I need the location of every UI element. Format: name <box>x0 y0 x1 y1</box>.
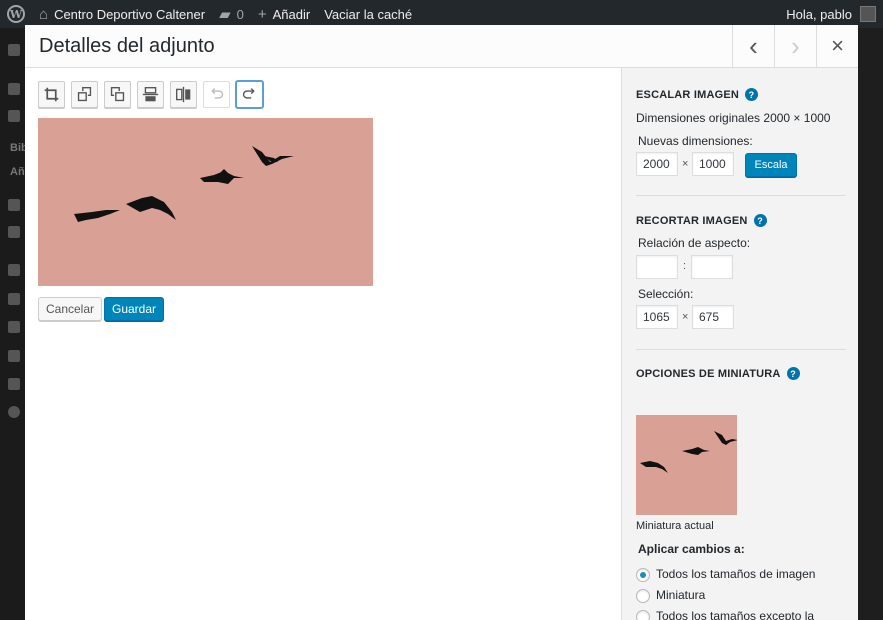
wordpress-icon: W <box>7 5 25 23</box>
radio-all-sizes[interactable]: Todos los tamaños de imagen <box>636 567 836 582</box>
media-icon[interactable] <box>8 110 20 122</box>
apply-changes-label: Aplicar cambios a: <box>638 542 745 556</box>
scale-width-input[interactable]: 2000 <box>636 152 678 176</box>
radio-button[interactable] <box>636 568 650 582</box>
aspect-ratio-label: Relación de aspecto: <box>638 236 751 250</box>
aspect-width-input[interactable] <box>636 255 678 279</box>
scale-separator: × <box>682 158 689 170</box>
add-new-label: Añadir <box>272 6 311 22</box>
flip-horizontal-icon <box>176 86 191 103</box>
undo-button[interactable] <box>203 81 230 108</box>
thumbnail-title-text: OPCIONES DE MINIATURA <box>636 367 781 380</box>
users-icon[interactable] <box>8 321 20 333</box>
modal-title: Detalles del adjunto <box>39 35 215 57</box>
admin-side-menu: Bib Añ <box>0 28 28 620</box>
clear-cache-link[interactable]: Vaciar la caché <box>317 0 419 28</box>
attachment-image[interactable] <box>38 118 373 286</box>
thumbnail-section-title: OPCIONES DE MINIATURA ? <box>636 367 800 380</box>
sidebar-item-add[interactable]: Añ <box>10 166 25 178</box>
undo-icon <box>211 88 224 99</box>
radio-thumbnail[interactable]: Miniatura <box>636 588 836 603</box>
chevron-left-icon: ‹ <box>749 31 758 61</box>
divider <box>636 349 846 350</box>
radio-all-except-thumbnail[interactable]: Todos los tamaños excepto la miniatura <box>636 609 836 620</box>
comment-icon: ▰ <box>219 6 231 23</box>
help-icon[interactable]: ? <box>786 367 800 380</box>
birds-image <box>38 118 373 286</box>
tools-icon[interactable] <box>8 350 20 362</box>
chevron-right-icon: › <box>791 31 800 61</box>
crop-title-text: RECORTAR IMAGEN <box>636 214 748 227</box>
scale-section-title: ESCALAR IMAGEN ? <box>636 88 759 101</box>
rotate-left-button[interactable] <box>71 81 98 108</box>
flip-vertical-icon <box>142 87 159 102</box>
next-button[interactable]: › <box>774 25 816 67</box>
home-icon: ⌂ <box>39 5 49 23</box>
crop-icon <box>44 87 59 102</box>
radio-button[interactable] <box>636 589 650 603</box>
site-name: Centro Deportivo Caltener <box>54 6 206 22</box>
clear-cache-label: Vaciar la caché <box>324 6 413 22</box>
flip-horizontal-button[interactable] <box>170 81 197 108</box>
crop-button[interactable] <box>38 81 65 108</box>
thumbnail-birds-image <box>636 415 737 515</box>
modal-header: Detalles del adjunto ‹ › × <box>25 25 858 68</box>
rotate-right-icon <box>110 87 125 102</box>
comments-count: 0 <box>236 6 244 22</box>
save-button[interactable]: Guardar <box>104 297 164 321</box>
site-name-link[interactable]: ⌂ Centro Deportivo Caltener <box>32 0 212 28</box>
editor-toolbar <box>38 81 269 108</box>
wordpress-logo-button[interactable]: W <box>0 0 32 28</box>
current-thumbnail <box>636 415 737 515</box>
image-editor: Cancelar Guardar <box>25 68 621 620</box>
scale-height-input[interactable]: 1000 <box>692 152 734 176</box>
selection-height-input[interactable]: 675 <box>692 305 734 329</box>
plus-icon: + <box>257 5 267 23</box>
original-dimensions: Dimensiones originales 2000 × 1000 <box>636 111 831 125</box>
plugins-icon[interactable] <box>8 293 20 305</box>
aspect-separator: : <box>683 260 687 272</box>
selection-separator: × <box>682 311 689 323</box>
selection-label: Selección: <box>638 287 694 301</box>
dashboard-icon[interactable] <box>8 44 20 56</box>
attachment-details-modal: Detalles del adjunto ‹ › × Cancelar Guar… <box>25 25 858 620</box>
comments-icon[interactable] <box>8 226 20 238</box>
rotate-right-button[interactable] <box>104 81 131 108</box>
radio-label: Miniatura <box>656 588 706 602</box>
settings-icon[interactable] <box>8 378 20 390</box>
comments-link[interactable]: ▰ 0 <box>212 0 251 28</box>
scale-title-text: ESCALAR IMAGEN <box>636 88 740 101</box>
previous-button[interactable]: ‹ <box>732 25 774 67</box>
close-icon: × <box>831 33 844 58</box>
collapse-icon[interactable] <box>8 406 20 418</box>
admin-bar: W ⌂ Centro Deportivo Caltener ▰ 0 + Añad… <box>0 0 883 28</box>
help-icon[interactable]: ? <box>745 88 759 101</box>
greeting: Hola, pablo <box>786 6 852 22</box>
divider <box>636 195 846 196</box>
radio-label: Todos los tamaños de imagen <box>656 567 816 581</box>
user-account-link[interactable]: Hola, pablo <box>779 0 883 28</box>
current-thumbnail-label: Miniatura actual <box>636 520 714 532</box>
radio-label: Todos los tamaños excepto la miniatura <box>656 609 815 620</box>
cancel-button[interactable]: Cancelar <box>38 297 102 321</box>
posts-icon[interactable] <box>8 83 20 95</box>
scale-button[interactable]: Escala <box>745 153 797 177</box>
image-settings-panel: ESCALAR IMAGEN ? Dimensiones originales … <box>621 68 858 620</box>
help-icon[interactable]: ? <box>753 214 767 227</box>
appearance-icon[interactable] <box>8 264 20 276</box>
pages-icon[interactable] <box>8 199 20 211</box>
avatar <box>860 6 876 22</box>
selection-width-input[interactable]: 1065 <box>636 305 678 329</box>
new-dimensions-label: Nuevas dimensiones: <box>638 134 753 148</box>
crop-section-title: RECORTAR IMAGEN ? <box>636 214 767 227</box>
rotate-left-icon <box>77 87 92 102</box>
redo-button[interactable] <box>236 81 263 108</box>
aspect-height-input[interactable] <box>691 255 733 279</box>
flip-vertical-button[interactable] <box>137 81 164 108</box>
add-new-link[interactable]: + Añadir <box>251 0 317 28</box>
redo-icon <box>242 88 255 99</box>
close-button[interactable]: × <box>816 25 858 67</box>
radio-button[interactable] <box>636 610 650 620</box>
